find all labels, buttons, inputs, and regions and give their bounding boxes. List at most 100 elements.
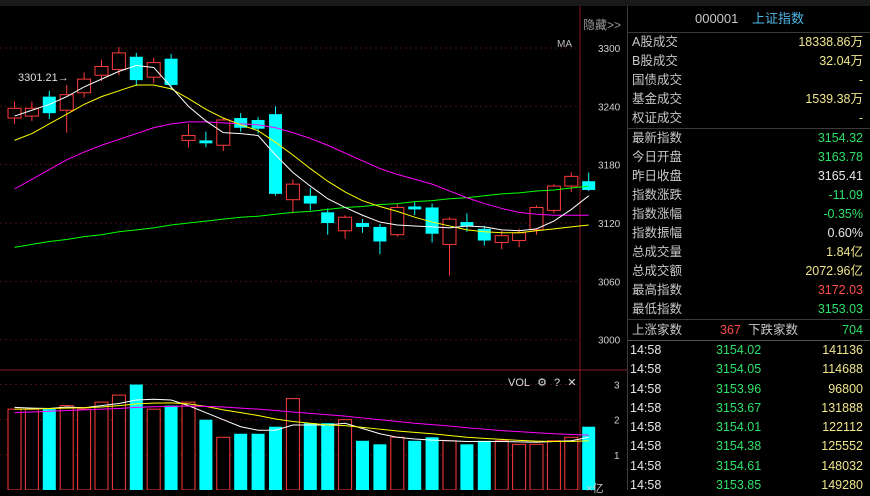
- candle-body: [129, 56, 143, 81]
- stat-row: B股成交 32.04万: [628, 52, 870, 71]
- stat-row: A股成交 18338.86万: [628, 33, 870, 52]
- hide-panel-button[interactable]: 隐藏>>: [583, 16, 621, 33]
- stat-label: 总成交额: [632, 264, 683, 278]
- tick-volume: 131888: [821, 400, 863, 415]
- volume-bar: [199, 419, 213, 490]
- vol-label[interactable]: VOL: [508, 377, 530, 389]
- stat-label: A股成交: [632, 35, 678, 49]
- stat-value: 3172.03: [817, 283, 863, 297]
- stat-row: 指数涨跌 -11.09: [628, 186, 870, 205]
- volume-bar: [24, 408, 39, 490]
- volume-bar: [164, 405, 178, 490]
- stat-row: 最低指数 3153.03: [628, 300, 870, 319]
- volume-bar: [303, 423, 317, 490]
- kline-chart[interactable]: 3000 3060 3120 3180 3240 3300 1 2 3: [0, 6, 627, 490]
- stat-label: 最新指数: [632, 131, 683, 145]
- volume-bar: [546, 440, 561, 490]
- tick-time: 14:58: [630, 381, 662, 396]
- stat-value: 18338.86万: [798, 35, 863, 49]
- stat-label: 指数涨跌: [632, 188, 683, 202]
- volume-bar: [529, 443, 544, 490]
- index-code: 000001: [694, 11, 739, 26]
- tick-price: 3154.38: [716, 439, 762, 454]
- volume-bar: [42, 409, 56, 490]
- candle-body: [582, 181, 596, 190]
- candle-body: [164, 58, 178, 85]
- stat-label: 指数涨幅: [632, 207, 683, 221]
- stat-value: -: [858, 73, 863, 87]
- down-count-value: 704: [842, 323, 863, 337]
- stat-row: 国债成交 -: [628, 71, 870, 90]
- tick-volume: 125552: [821, 439, 863, 454]
- stat-value: 3165.41: [817, 169, 863, 183]
- stat-value: -11.09: [828, 188, 863, 202]
- stat-value: 2072.96亿: [805, 264, 863, 278]
- candle-body: [303, 195, 317, 204]
- help-icon[interactable]: ?: [554, 377, 560, 389]
- tick-time: 14:58: [630, 478, 662, 493]
- candle-body: [494, 235, 509, 243]
- candle-body: [146, 62, 161, 78]
- tick-time: 14:58: [630, 420, 662, 435]
- stat-value: 3154.32: [817, 131, 863, 145]
- ma10-line: [14, 84, 589, 234]
- ma-label: MA: [557, 39, 572, 50]
- tick-row[interactable]: 14:58 3153.85 149280: [628, 476, 870, 495]
- volume-bar: [494, 440, 509, 490]
- tick-time: 14:58: [630, 400, 662, 415]
- tick-list[interactable]: 14:58 3154.02 141136 14:58 3154.05 114688 14:5…: [628, 340, 870, 495]
- candle-body: [442, 218, 457, 245]
- stat-label: 昨日收盘: [632, 169, 683, 183]
- volume-bar: [77, 408, 92, 490]
- tick-row[interactable]: 14:58 3154.05 114688: [628, 360, 870, 379]
- price-tick-label: 3180: [598, 161, 621, 172]
- stat-label: 权证成交: [632, 111, 683, 125]
- volume-bar: [477, 440, 491, 490]
- volume-bar: [442, 440, 457, 490]
- tick-time: 14:58: [630, 343, 662, 357]
- tick-row[interactable]: 14:58 3154.38 125552: [628, 437, 870, 456]
- volume-unit-label: ×亿: [586, 483, 604, 495]
- tick-volume: 141136: [822, 343, 863, 357]
- close-icon[interactable]: ✕: [567, 377, 576, 389]
- tick-row[interactable]: 14:58 3154.01 122112: [628, 418, 870, 437]
- stat-row: 总成交额 2072.96亿: [628, 262, 870, 281]
- index-name[interactable]: 上证指数: [752, 11, 804, 26]
- stat-value: 3163.78: [817, 150, 863, 164]
- stat-row: 指数涨幅 -0.35%: [628, 205, 870, 224]
- gear-icon[interactable]: ⚙: [537, 377, 547, 389]
- volume-bar: [146, 408, 161, 490]
- candle-body: [356, 223, 369, 227]
- candle-body: [77, 78, 92, 94]
- tick-row[interactable]: 14:58 3153.67 131888: [628, 399, 870, 418]
- candle-body: [477, 228, 491, 241]
- stats-section: 最新指数 3154.32 今日开盘 3163.78 昨日收盘 3165.41 指数涨跌 -11…: [628, 128, 870, 319]
- down-count-label: 下跌家数: [748, 323, 799, 337]
- tick-row[interactable]: 14:58 3154.02 141136: [628, 341, 870, 360]
- volume-bar: [181, 401, 196, 490]
- stat-row: 总成交量 1.84亿: [628, 243, 870, 262]
- volume-bar: [7, 408, 22, 490]
- price-tick-label: 3000: [598, 336, 621, 347]
- stat-label: 总成交量: [632, 245, 683, 259]
- candle-body: [7, 107, 22, 119]
- kline-chart-area[interactable]: 3000 3060 3120 3180 3240 3300 1 2 3 隐藏>> MA 3301…: [0, 6, 627, 495]
- tick-volume: 122112: [822, 420, 863, 435]
- tick-row[interactable]: 14:58 3154.61 148032: [628, 457, 870, 476]
- tick-row[interactable]: 14:58 3153.96 96800: [628, 380, 870, 399]
- volume-toolbar: VOL ⚙ ? ✕: [508, 376, 580, 389]
- stat-value: 1539.38万: [805, 92, 863, 106]
- stat-label: 基金成交: [632, 92, 683, 106]
- volume-bar: [512, 443, 527, 490]
- stat-label: B股成交: [632, 54, 678, 68]
- candle-body: [94, 66, 109, 76]
- volume-bar: [373, 444, 387, 490]
- volume-bar: [94, 401, 109, 490]
- volume-tick-label: 3: [614, 381, 620, 392]
- tick-price: 3154.02: [716, 343, 762, 357]
- candle-body: [512, 232, 527, 242]
- tick-volume: 149280: [821, 478, 863, 493]
- price-tick-label: 3300: [598, 44, 621, 55]
- stat-label: 今日开盘: [632, 150, 683, 164]
- stat-value: 32.04万: [819, 54, 863, 68]
